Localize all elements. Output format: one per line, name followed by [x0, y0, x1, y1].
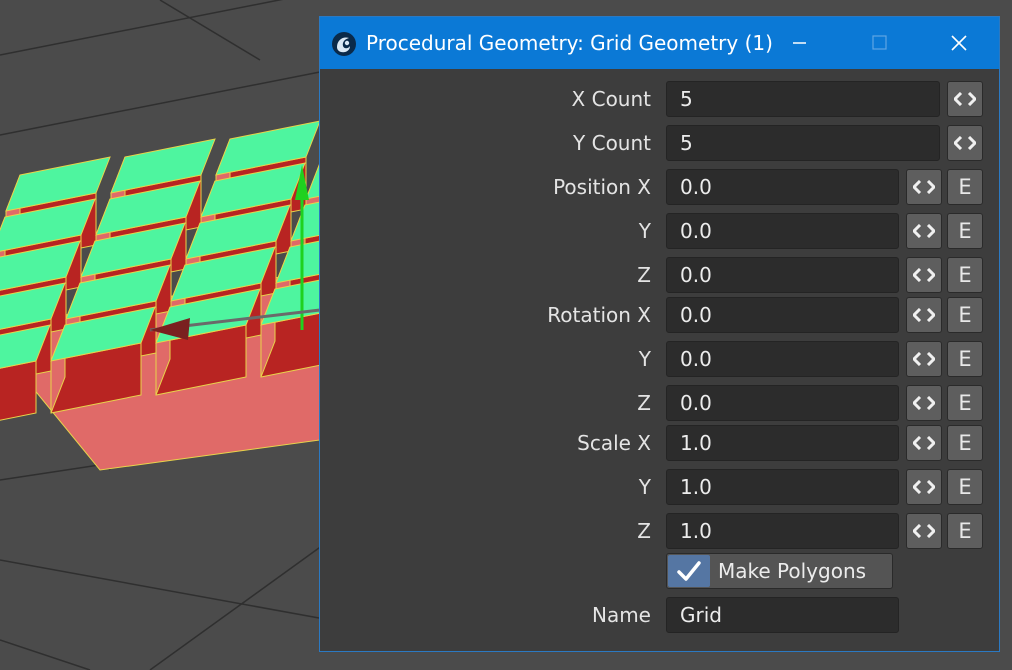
scale-z-envelope-button[interactable]: E: [947, 513, 983, 549]
position-y-input[interactable]: 0.0: [666, 213, 899, 249]
checkbox-indicator: [668, 555, 710, 587]
scale-z-label: Z: [637, 519, 651, 543]
rotation-y-drag-button[interactable]: [906, 341, 942, 377]
checkmark-icon: [677, 561, 701, 581]
name-label: Name: [591, 603, 651, 627]
y-count-input[interactable]: 5: [666, 125, 940, 161]
title-bar[interactable]: Procedural Geometry: Grid Geometry (1): [320, 17, 999, 69]
position-y-envelope-button[interactable]: E: [947, 213, 983, 249]
rotation-x-input[interactable]: 0.0: [666, 297, 899, 333]
scale-x-envelope-button[interactable]: E: [947, 425, 983, 461]
scale-x-label: Scale X: [577, 431, 651, 455]
position-x-drag-button[interactable]: [906, 169, 942, 205]
scale-z-input[interactable]: 1.0: [666, 513, 899, 549]
minimize-button[interactable]: [782, 27, 816, 59]
rotation-z-envelope-button[interactable]: E: [947, 385, 983, 421]
close-icon: [951, 35, 967, 51]
rotation-y-label: Y: [638, 347, 651, 371]
rotation-x-drag-button[interactable]: [906, 297, 942, 333]
left-right-arrows-icon: [913, 352, 935, 366]
maximize-icon: [872, 35, 887, 50]
x-count-label: X Count: [571, 87, 651, 111]
x-count-input[interactable]: 5: [666, 81, 940, 117]
position-z-envelope-button[interactable]: E: [947, 257, 983, 293]
position-x-envelope-button[interactable]: E: [947, 169, 983, 205]
scale-y-input[interactable]: 1.0: [666, 469, 899, 505]
left-right-arrows-icon: [913, 524, 935, 538]
grid-geometry-dialog: Procedural Geometry: Grid Geometry (1) X…: [319, 16, 1000, 652]
position-y-drag-button[interactable]: [906, 213, 942, 249]
position-x-input[interactable]: 0.0: [666, 169, 899, 205]
position-x-label: Position X: [553, 175, 651, 199]
rotation-y-envelope-button[interactable]: E: [947, 341, 983, 377]
name-input[interactable]: Grid: [666, 597, 899, 633]
scale-x-input[interactable]: 1.0: [666, 425, 899, 461]
left-right-arrows-icon: [954, 92, 976, 106]
y-count-drag-button[interactable]: [947, 125, 983, 161]
scale-z-drag-button[interactable]: [906, 513, 942, 549]
position-z-label: Z: [637, 263, 651, 287]
scale-y-label: Y: [638, 475, 651, 499]
position-z-drag-button[interactable]: [906, 257, 942, 293]
maximize-button[interactable]: [862, 27, 896, 59]
left-right-arrows-icon: [913, 224, 935, 238]
lightwave-icon: [332, 32, 356, 56]
left-right-arrows-icon: [913, 268, 935, 282]
y-count-label: Y Count: [573, 131, 651, 155]
close-button[interactable]: [942, 27, 976, 59]
position-z-input[interactable]: 0.0: [666, 257, 899, 293]
left-right-arrows-icon: [954, 136, 976, 150]
scale-y-drag-button[interactable]: [906, 469, 942, 505]
rotation-x-envelope-button[interactable]: E: [947, 297, 983, 333]
rotation-z-drag-button[interactable]: [906, 385, 942, 421]
rotation-x-label: Rotation X: [547, 303, 651, 327]
position-y-label: Y: [638, 219, 651, 243]
left-right-arrows-icon: [913, 480, 935, 494]
scale-y-envelope-button[interactable]: E: [947, 469, 983, 505]
left-right-arrows-icon: [913, 180, 935, 194]
make-polygons-label: Make Polygons: [718, 559, 867, 583]
left-right-arrows-icon: [913, 308, 935, 322]
dialog-title: Procedural Geometry: Grid Geometry (1): [366, 31, 773, 55]
rotation-z-input[interactable]: 0.0: [666, 385, 899, 421]
left-right-arrows-icon: [913, 396, 935, 410]
rotation-y-input[interactable]: 0.0: [666, 341, 899, 377]
make-polygons-checkbox[interactable]: Make Polygons: [666, 553, 893, 589]
minimize-icon: [793, 42, 806, 44]
left-right-arrows-icon: [913, 436, 935, 450]
x-count-drag-button[interactable]: [947, 81, 983, 117]
scale-x-drag-button[interactable]: [906, 425, 942, 461]
rotation-z-label: Z: [637, 391, 651, 415]
